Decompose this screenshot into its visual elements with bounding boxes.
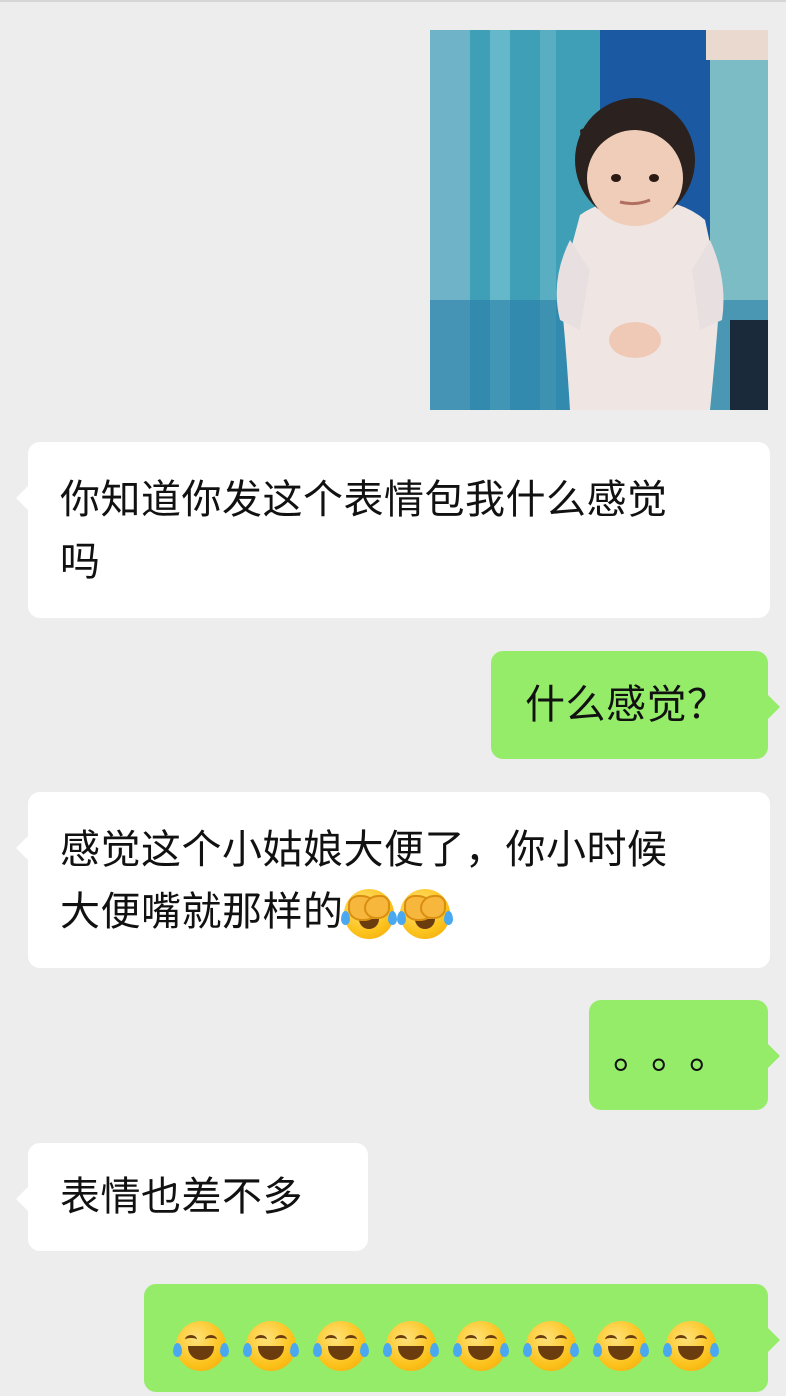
chat-bubble-received[interactable]: 表情也差不多 xyxy=(16,1143,368,1251)
tears-of-joy-icon xyxy=(663,1321,719,1371)
tears-of-joy-icon xyxy=(453,1321,509,1371)
girl-sticker-photo xyxy=(430,30,768,410)
chat-bubble-received[interactable]: 你知道你发这个表情包我什么感觉 吗 xyxy=(16,442,770,618)
tears-of-joy-icon xyxy=(523,1321,579,1371)
facepalm-laugh-icon xyxy=(340,889,397,939)
chat-bubble-sent[interactable]: 。。。 xyxy=(589,1000,780,1110)
message-line: 大便嘴就那样的 xyxy=(60,881,738,943)
tears-of-joy-icon xyxy=(173,1321,229,1371)
message-text: 表情也差不多 xyxy=(60,1174,303,1220)
tears-of-joy-icon xyxy=(243,1321,299,1371)
tears-of-joy-icon xyxy=(383,1321,439,1371)
image-message[interactable] xyxy=(430,30,768,410)
emoji-row xyxy=(173,1313,768,1375)
tears-of-joy-icon xyxy=(593,1321,649,1371)
message-text: 感觉这个小姑娘大便了，你小时候 xyxy=(60,827,668,873)
chat-bubble-sent[interactable]: 什么感觉？ xyxy=(491,651,780,759)
top-divider xyxy=(0,0,786,2)
message-text: 你知道你发这个表情包我什么感觉 xyxy=(60,477,668,523)
tears-of-joy-icon xyxy=(313,1321,369,1371)
message-text: 大便嘴就那样的 xyxy=(60,889,344,935)
message-text: 。。。 xyxy=(613,1032,747,1078)
facepalm-laugh-icon xyxy=(396,889,453,939)
chat-bubble-received[interactable]: 感觉这个小姑娘大便了，你小时候 大便嘴就那样的 xyxy=(16,792,770,968)
chat-bubble-sent[interactable] xyxy=(144,1284,780,1392)
message-text: 吗 xyxy=(60,539,101,585)
message-text: 什么感觉？ xyxy=(525,682,728,728)
